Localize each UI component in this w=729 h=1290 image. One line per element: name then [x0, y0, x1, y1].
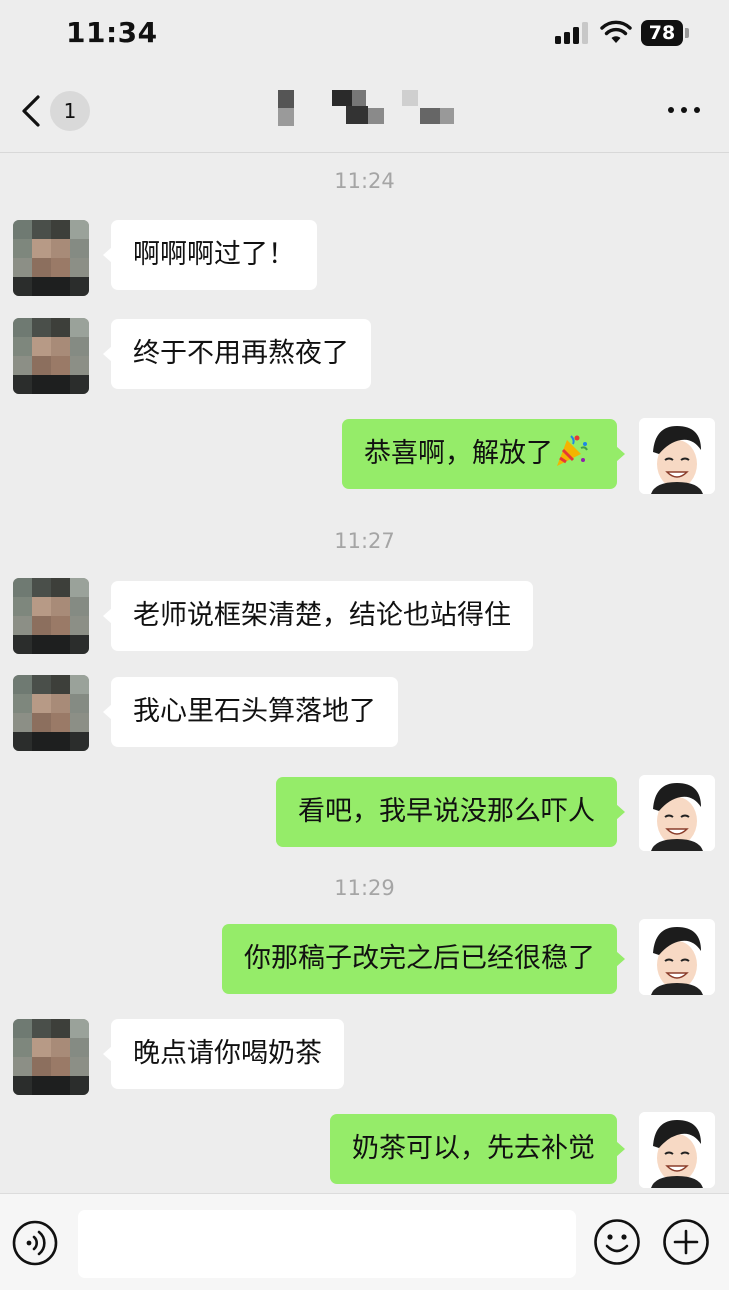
sent-message-bubble[interactable]: 奶茶可以，先去补觉 [330, 1114, 625, 1184]
message-list: 11:24 啊啊啊过了！ 终于不用再熬夜了 恭喜啊，解放了 11:27 老师说框… [0, 152, 729, 1193]
message-input[interactable] [78, 1210, 576, 1278]
blurred-contact-name [278, 90, 454, 126]
contact-avatar[interactable] [13, 220, 89, 296]
status-bar: 11:34 78 [0, 0, 729, 70]
user-avatar[interactable] [639, 775, 715, 851]
battery-level: 78 [648, 22, 676, 44]
sent-message-bubble[interactable]: 看吧，我早说没那么吓人 [276, 777, 625, 847]
unread-count-badge[interactable]: 1 [50, 91, 90, 131]
message-input-bar [0, 1193, 729, 1290]
time-divider: 11:24 [334, 169, 395, 193]
contact-avatar[interactable] [13, 1019, 89, 1095]
time-divider: 11:27 [334, 529, 395, 553]
user-avatar[interactable] [639, 418, 715, 494]
sent-message-text: 恭喜啊，解放了 [364, 438, 553, 469]
received-message-bubble[interactable]: 老师说框架清楚，结论也站得住 [103, 581, 533, 651]
cellular-signal-icon [555, 22, 589, 44]
wifi-icon [600, 20, 632, 43]
back-chevron-icon[interactable] [18, 94, 48, 128]
plus-icon[interactable] [662, 1218, 710, 1266]
sent-message-bubble[interactable]: 你那稿子改完之后已经很稳了 [222, 924, 625, 994]
user-avatar[interactable] [639, 1112, 715, 1188]
received-message-bubble[interactable]: 啊啊啊过了！ [103, 220, 317, 290]
party-popper-emoji [557, 435, 588, 466]
voice-icon[interactable] [12, 1220, 58, 1266]
chat-header: 1 [0, 70, 729, 153]
sent-message-bubble[interactable]: 恭喜啊，解放了 [342, 419, 625, 489]
time-divider: 11:29 [334, 876, 395, 900]
received-message-bubble[interactable]: 晚点请你喝奶茶 [103, 1019, 344, 1089]
emoji-icon[interactable] [593, 1218, 641, 1266]
contact-avatar[interactable] [13, 578, 89, 654]
contact-avatar[interactable] [13, 318, 89, 394]
user-avatar[interactable] [639, 919, 715, 995]
received-message-bubble[interactable]: 终于不用再熬夜了 [103, 319, 371, 389]
received-message-bubble[interactable]: 我心里石头算落地了 [103, 677, 398, 747]
contact-avatar[interactable] [13, 675, 89, 751]
more-icon[interactable] [664, 98, 704, 122]
battery-icon: 78 [641, 20, 689, 46]
status-time: 11:34 [66, 16, 158, 49]
